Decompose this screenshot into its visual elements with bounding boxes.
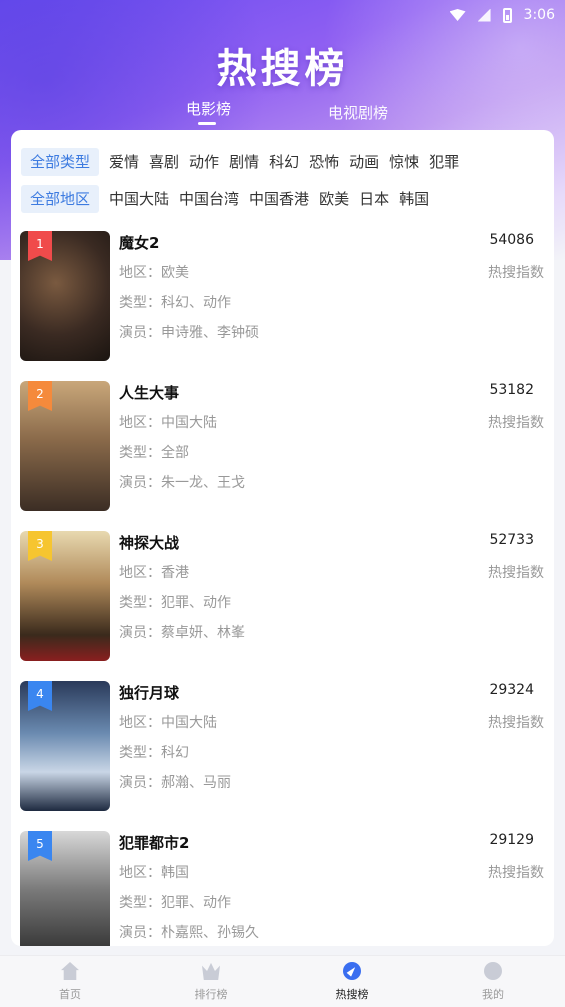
list-item[interactable]: 5 犯罪都市2 29129 地区：韩国 热搜指数 类型：犯罪、动作 演员：朴嘉熙… — [11, 830, 554, 946]
region-value: 韩国 — [161, 865, 189, 881]
top-tabs: 电影榜 电视剧榜 — [0, 96, 565, 128]
filter-type-action[interactable]: 动作 — [189, 148, 229, 176]
tab-tv-series[interactable]: 电视剧榜 — [328, 102, 388, 123]
type-value: 全部 — [161, 445, 189, 461]
region-line: 地区：欧美 — [119, 265, 189, 281]
status-bar: 3:06 — [0, 0, 565, 30]
page-title: 热搜榜 — [216, 46, 349, 92]
actors-line: 演员：朱一龙、王戈 — [119, 475, 245, 491]
filter-region-hongkong[interactable]: 中国香港 — [249, 185, 319, 213]
list-item[interactable]: 1 魔女2 54086 地区：欧美 热搜指数 类型：科幻、动作 演员：申诗雅、李… — [11, 230, 554, 362]
filter-region-all[interactable]: 全部地区 — [21, 185, 100, 213]
type-filter-row: 全部类型 爱情 喜剧 动作 剧情 科幻 恐怖 动画 惊悚 犯罪 — [21, 148, 469, 176]
type-line: 类型：科幻、动作 — [119, 295, 231, 311]
actors-value: 朴嘉熙、孙锡久 — [161, 925, 259, 941]
region-value: 欧美 — [161, 265, 189, 281]
filter-region-mainland[interactable]: 中国大陆 — [109, 185, 179, 213]
filter-type-crime[interactable]: 犯罪 — [429, 148, 469, 176]
crown-icon — [202, 962, 220, 980]
region-value: 中国大陆 — [161, 715, 217, 731]
region-line: 地区：中国大陆 — [119, 415, 217, 431]
nav-home-label: 首页 — [59, 988, 81, 1001]
nav-profile-label: 我的 — [482, 988, 504, 1001]
actors-line: 演员：申诗雅、李钟硕 — [119, 325, 259, 341]
type-line: 类型：科幻 — [119, 745, 189, 761]
region-filter-row: 全部地区 中国大陆 中国台湾 中国香港 欧美 日本 韩国 — [21, 185, 439, 213]
region-line: 地区：香港 — [119, 565, 189, 581]
type-value: 科幻、动作 — [161, 295, 231, 311]
nav-hot-search-label: 热搜榜 — [335, 988, 369, 1001]
actors-value: 郝瀚、马丽 — [161, 775, 231, 791]
actors-value: 申诗雅、李钟硕 — [161, 325, 259, 341]
filter-type-drama[interactable]: 剧情 — [229, 148, 269, 176]
movie-poster[interactable]: 2 — [20, 381, 110, 511]
actors-line: 演员：蔡卓妍、林峯 — [119, 625, 245, 641]
region-line: 地区：韩国 — [119, 865, 189, 881]
wifi-icon — [449, 9, 466, 21]
filter-type-all[interactable]: 全部类型 — [21, 148, 100, 176]
type-line: 类型：犯罪、动作 — [119, 595, 231, 611]
type-value: 科幻 — [161, 745, 189, 761]
tab-movies[interactable]: 电影榜 — [186, 98, 231, 119]
nav-profile[interactable]: 我的 — [453, 962, 533, 1002]
home-icon — [61, 962, 79, 980]
movie-poster[interactable]: 5 — [20, 831, 110, 946]
signal-icon — [477, 8, 491, 22]
filter-type-comedy[interactable]: 喜剧 — [149, 148, 189, 176]
list-item[interactable]: 4 独行月球 29324 地区：中国大陆 热搜指数 类型：科幻 演员：郝瀚、马丽 — [11, 680, 554, 812]
filter-type-scifi[interactable]: 科幻 — [269, 148, 309, 176]
score-label: 热搜指数 — [488, 865, 544, 881]
hot-score: 53182 — [489, 382, 534, 398]
compass-icon — [343, 962, 361, 980]
filter-region-western[interactable]: 欧美 — [319, 185, 359, 213]
actors-value: 蔡卓妍、林峯 — [161, 625, 245, 641]
nav-home[interactable]: 首页 — [30, 962, 110, 1002]
score-label: 热搜指数 — [488, 415, 544, 431]
list-item[interactable]: 3 神探大战 52733 地区：香港 热搜指数 类型：犯罪、动作 演员：蔡卓妍、… — [11, 530, 554, 662]
filter-type-horror[interactable]: 恐怖 — [309, 148, 349, 176]
filter-region-korea[interactable]: 韩国 — [399, 185, 439, 213]
filter-type-romance[interactable]: 爱情 — [109, 148, 149, 176]
content-card: 全部类型 爱情 喜剧 动作 剧情 科幻 恐怖 动画 惊悚 犯罪 全部地区 中国大… — [11, 130, 554, 946]
region-line: 地区：中国大陆 — [119, 715, 217, 731]
filter-region-japan[interactable]: 日本 — [359, 185, 399, 213]
movie-title[interactable]: 魔女2 — [119, 232, 159, 253]
nav-ranking[interactable]: 排行榜 — [171, 962, 251, 1002]
type-value: 犯罪、动作 — [161, 595, 231, 611]
movie-title[interactable]: 独行月球 — [119, 682, 179, 703]
movie-poster[interactable]: 4 — [20, 681, 110, 811]
region-value: 中国大陆 — [161, 415, 217, 431]
region-value: 香港 — [161, 565, 189, 581]
movie-poster[interactable]: 3 — [20, 531, 110, 661]
score-label: 热搜指数 — [488, 565, 544, 581]
nav-ranking-label: 排行榜 — [194, 988, 228, 1001]
actors-line: 演员：郝瀚、马丽 — [119, 775, 231, 791]
movie-poster[interactable]: 1 — [20, 231, 110, 361]
type-line: 类型：犯罪、动作 — [119, 895, 231, 911]
list-item[interactable]: 2 人生大事 53182 地区：中国大陆 热搜指数 类型：全部 演员：朱一龙、王… — [11, 380, 554, 512]
battery-icon — [502, 7, 512, 23]
nav-hot-search[interactable]: 热搜榜 — [312, 962, 392, 1002]
actors-line: 演员：朴嘉熙、孙锡久 — [119, 925, 259, 941]
type-value: 犯罪、动作 — [161, 895, 231, 911]
movie-title[interactable]: 人生大事 — [119, 382, 179, 403]
status-time: 3:06 — [523, 7, 555, 23]
user-icon — [484, 962, 502, 980]
filter-type-animation[interactable]: 动画 — [349, 148, 389, 176]
actors-value: 朱一龙、王戈 — [161, 475, 245, 491]
score-label: 热搜指数 — [488, 265, 544, 281]
hot-score: 29129 — [489, 832, 534, 848]
filter-region-taiwan[interactable]: 中国台湾 — [179, 185, 249, 213]
active-tab-indicator — [198, 122, 216, 125]
filter-type-thriller[interactable]: 惊悚 — [389, 148, 429, 176]
score-label: 热搜指数 — [488, 715, 544, 731]
hot-score: 52733 — [489, 532, 534, 548]
movie-title[interactable]: 神探大战 — [119, 532, 179, 553]
type-line: 类型：全部 — [119, 445, 189, 461]
hot-score: 29324 — [489, 682, 534, 698]
movie-title[interactable]: 犯罪都市2 — [119, 832, 189, 853]
hot-score: 54086 — [489, 232, 534, 248]
bottom-navigation: 首页 排行榜 热搜榜 我的 — [0, 955, 565, 1007]
